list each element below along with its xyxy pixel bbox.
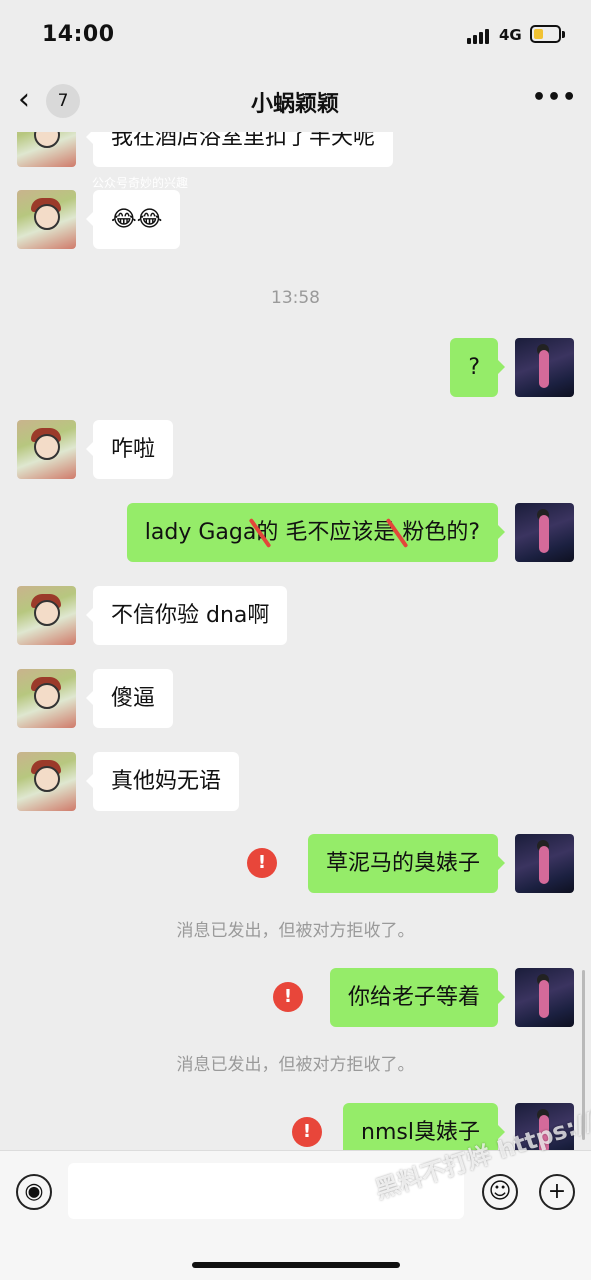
emoji-icon[interactable]: ☺ (482, 1174, 518, 1210)
my-avatar[interactable] (515, 503, 574, 562)
contact-avatar[interactable] (17, 132, 76, 167)
home-indicator (192, 1262, 400, 1268)
message-bubble[interactable]: ? (450, 338, 505, 397)
timestamp: 13:58 (271, 288, 320, 308)
contact-avatar[interactable] (17, 190, 76, 249)
my-avatar[interactable] (515, 968, 574, 1027)
message-bubble[interactable]: 你给老子等着 (329, 968, 506, 1027)
message-bubble[interactable]: 咋啦 (85, 420, 174, 479)
message-bubble[interactable]: 😂😂 (85, 190, 181, 249)
message-bubble[interactable]: 草泥马的臭婊子 (307, 834, 506, 893)
unread-badge[interactable]: 7 (46, 84, 80, 118)
message-bubble[interactable]: 不信你验 dna啊 (85, 586, 288, 645)
voice-icon[interactable]: ◉ (16, 1174, 52, 1210)
plus-icon[interactable]: + (539, 1174, 575, 1210)
rejected-notice: 消息已发出，但被对方拒收了。 (176, 1055, 415, 1075)
signal-icon (467, 27, 493, 44)
watermark-text: 公众号奇妙的兴趣 (92, 176, 189, 190)
my-avatar[interactable] (515, 338, 574, 397)
back-chevron-icon[interactable]: ‹ (18, 84, 48, 118)
network-type: 4G (499, 26, 522, 44)
message-bubble[interactable]: 真他妈无语 (85, 752, 240, 811)
message-bubble[interactable]: lady Gaga的 毛不应该是 粉色的? (126, 503, 506, 562)
message-bubble[interactable]: 我在酒店浴室里扣了半天呢 (85, 132, 394, 167)
message-bubble[interactable]: 傻逼 (85, 669, 174, 728)
chat-area[interactable]: 我在酒店浴室里扣了半天呢 公众号奇妙的兴趣 😂😂 13:58 ? 咋啦 lady… (0, 132, 591, 1150)
contact-avatar[interactable] (17, 420, 76, 479)
my-avatar[interactable] (515, 834, 574, 893)
status-time: 14:00 (42, 22, 115, 47)
contact-avatar[interactable] (17, 669, 76, 728)
chat-title: 小蜗颖颖 (250, 92, 339, 117)
rejected-notice: 消息已发出，但被对方拒收了。 (176, 921, 415, 941)
battery-icon (530, 25, 565, 43)
error-icon[interactable]: ! (273, 982, 303, 1012)
error-icon[interactable]: ! (247, 848, 277, 878)
contact-avatar[interactable] (17, 586, 76, 645)
error-icon[interactable]: ! (292, 1117, 322, 1147)
contact-avatar[interactable] (17, 752, 76, 811)
more-dots-icon[interactable]: ••• (532, 85, 577, 110)
